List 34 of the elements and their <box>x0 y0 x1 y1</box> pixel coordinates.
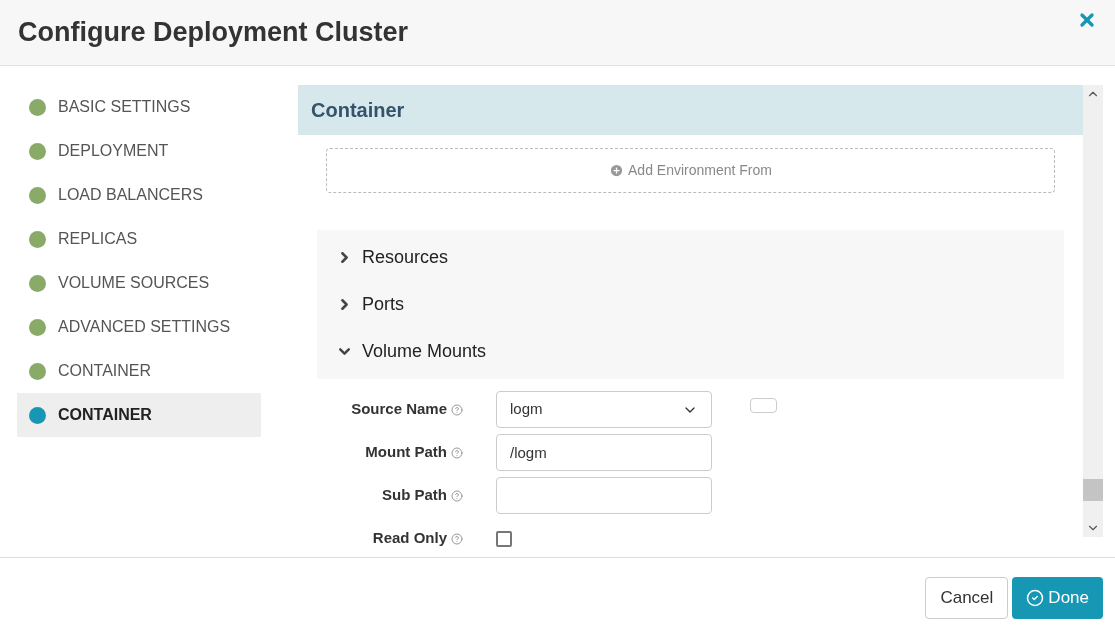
cancel-button[interactable]: Cancel <box>925 577 1009 619</box>
help-icon[interactable] <box>451 532 463 545</box>
section-header: Container <box>298 85 1083 135</box>
step-item[interactable]: BASIC SETTINGS <box>17 85 261 129</box>
checkbox[interactable] <box>496 530 512 547</box>
help-icon[interactable] <box>451 403 463 416</box>
small-button[interactable] <box>750 398 777 413</box>
check-circle-icon <box>1026 589 1045 607</box>
step-item[interactable]: CONTAINER <box>17 393 261 437</box>
text-field[interactable] <box>496 477 712 514</box>
dialog-title: Configure Deployment Cluster <box>18 16 409 50</box>
step-item[interactable]: DEPLOYMENT <box>17 129 261 173</box>
close-button[interactable] <box>1077 10 1097 30</box>
scrollbar-thumb[interactable] <box>1083 479 1103 501</box>
step-item[interactable]: VOLUME SOURCES <box>17 261 261 305</box>
field-label: Source Name <box>351 399 447 420</box>
field-label: Mount Path <box>365 442 447 463</box>
step-item[interactable]: LOAD BALANCERS <box>17 173 261 217</box>
accordion-header[interactable]: Volume Mounts <box>317 328 1064 375</box>
step-item[interactable]: REPLICAS <box>17 217 261 261</box>
field-label: Sub Path <box>382 485 447 506</box>
add-environment-button[interactable]: Add Environment From <box>326 148 1055 193</box>
help-icon[interactable] <box>451 446 463 459</box>
accordion-header[interactable]: Resources <box>317 234 1064 281</box>
close-icon <box>1077 10 1097 30</box>
step-item[interactable]: CONTAINER <box>17 349 261 393</box>
scrollbar[interactable] <box>1083 85 1103 537</box>
field-label: Read Only <box>372 528 447 549</box>
text-field[interactable]: /logm <box>496 434 712 471</box>
accordion-header[interactable]: Ports <box>317 281 1064 328</box>
source-name-select[interactable]: logm <box>496 391 712 428</box>
step-item[interactable]: ADVANCED SETTINGS <box>17 305 261 349</box>
help-icon[interactable] <box>451 489 463 502</box>
plus-circle-icon <box>609 163 624 178</box>
